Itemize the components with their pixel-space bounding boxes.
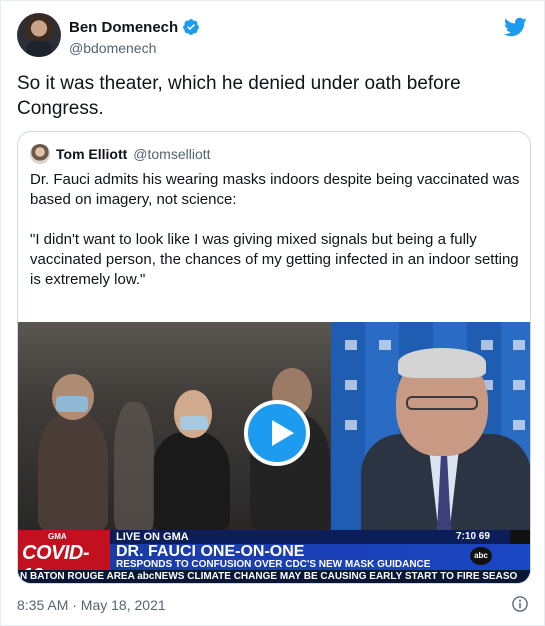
info-icon[interactable]	[511, 595, 529, 613]
play-button[interactable]	[244, 400, 310, 466]
quoted-avatar	[30, 144, 50, 164]
news-subheadline: RESPONDS TO CONFUSION OVER CDC'S NEW MAS…	[116, 559, 431, 570]
tweet-text: So it was theater, which he denied under…	[17, 73, 461, 119]
quoted-paragraph: "I didn't want to look like I was giving…	[30, 231, 519, 288]
author-name-row: Ben Domenech	[69, 18, 200, 36]
tweet-timestamp[interactable]: 8:35 AM · May 18, 2021	[17, 597, 166, 613]
abc-logo: abc	[470, 547, 492, 565]
ticker-text: N BATON ROUGE AREA abcNEWS CLIMATE CHANG…	[20, 571, 518, 582]
quoted-author-name: Tom Elliott	[56, 146, 128, 162]
tweet-header: Ben Domenech @bdomenech	[17, 13, 527, 61]
quoted-text: Dr. Fauci admits his wearing masks indoo…	[30, 170, 520, 310]
video-player[interactable]: GMA COVID-19 LIVE ON GMA 7:10 69 DR. FAU…	[18, 322, 530, 583]
play-icon	[272, 420, 294, 446]
glasses	[406, 396, 478, 410]
quoted-header: Tom Elliott @tomselliott	[30, 144, 211, 164]
twitter-bird-icon[interactable]	[503, 15, 527, 39]
news-headline: DR. FAUCI ONE-ON-ONE	[116, 543, 305, 560]
news-lower-third: GMA COVID-19 LIVE ON GMA 7:10 69 DR. FAU…	[18, 530, 530, 583]
author-name[interactable]: Ben Domenech	[69, 19, 178, 36]
quoted-paragraph: Dr. Fauci admits his wearing masks indoo…	[30, 171, 520, 208]
live-label: LIVE ON GMA	[116, 531, 189, 543]
verified-badge-icon	[183, 19, 200, 35]
gma-topic-box: GMA COVID-19	[18, 530, 110, 583]
news-ticker: N BATON ROUGE AREA abcNEWS CLIMATE CHANG…	[18, 570, 530, 583]
quoted-author-handle: @tomselliott	[133, 146, 211, 162]
quoted-tweet[interactable]: Tom Elliott @tomselliott Dr. Fauci admit…	[17, 131, 531, 584]
author-avatar[interactable]	[17, 13, 61, 57]
tweet-footer: 8:35 AM · May 18, 2021	[17, 595, 529, 615]
broadcast-time: 7:10 69	[456, 531, 490, 542]
author-handle[interactable]: @bdomenech	[69, 40, 156, 56]
gma-label: GMA	[48, 532, 67, 541]
tweet-card: Ben Domenech @bdomenech So it was theate…	[0, 0, 545, 626]
